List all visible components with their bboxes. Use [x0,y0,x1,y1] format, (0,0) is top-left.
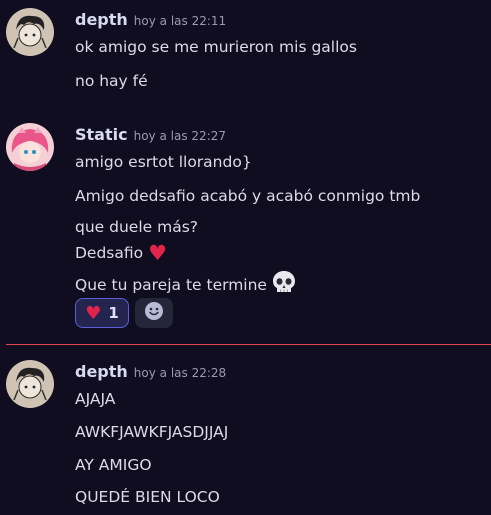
reaction-count: 1 [108,304,119,322]
message-text: Que tu pareja te termine [75,276,267,294]
message-text: Dedsafio [75,244,144,262]
message-text: AWKFJAWKFJASDJJAJ [75,423,229,441]
timestamp: hoy a las 22:11 [133,14,227,28]
avatar[interactable] [6,360,54,408]
message-text: que duele más? [75,218,198,236]
avatar[interactable] [6,123,54,171]
message-text: AJAJA [75,390,116,408]
timestamp: hoy a las 22:28 [133,366,227,380]
heart-icon: ♥ [148,241,167,265]
username[interactable]: depth [75,362,128,381]
reaction-heart-button[interactable]: ♥ 1 [75,298,129,328]
heart-icon: ♥ [85,302,102,324]
add-reaction-icon [144,301,164,325]
message-text: amigo esrtot llorando} [75,153,252,171]
message-line: Dedsafio ♥ [75,242,167,264]
new-messages-divider [6,344,491,345]
add-reaction-button[interactable] [135,298,173,328]
avatar[interactable] [6,8,54,56]
username[interactable]: Static [75,125,128,144]
message-line: Que tu pareja te termine [75,269,297,301]
message-text: QUEDÉ BIEN LOCO [75,488,220,506]
username[interactable]: depth [75,10,128,29]
message-text: Amigo dedsafio acabó y acabó conmigo tmb [75,187,421,205]
skull-icon [271,269,297,301]
message-text: AY AMIGO [75,456,152,474]
message-text: no hay fé [75,72,148,90]
message-text: ok amigo se me murieron mis gallos [75,38,357,56]
timestamp: hoy a las 22:27 [133,129,226,143]
